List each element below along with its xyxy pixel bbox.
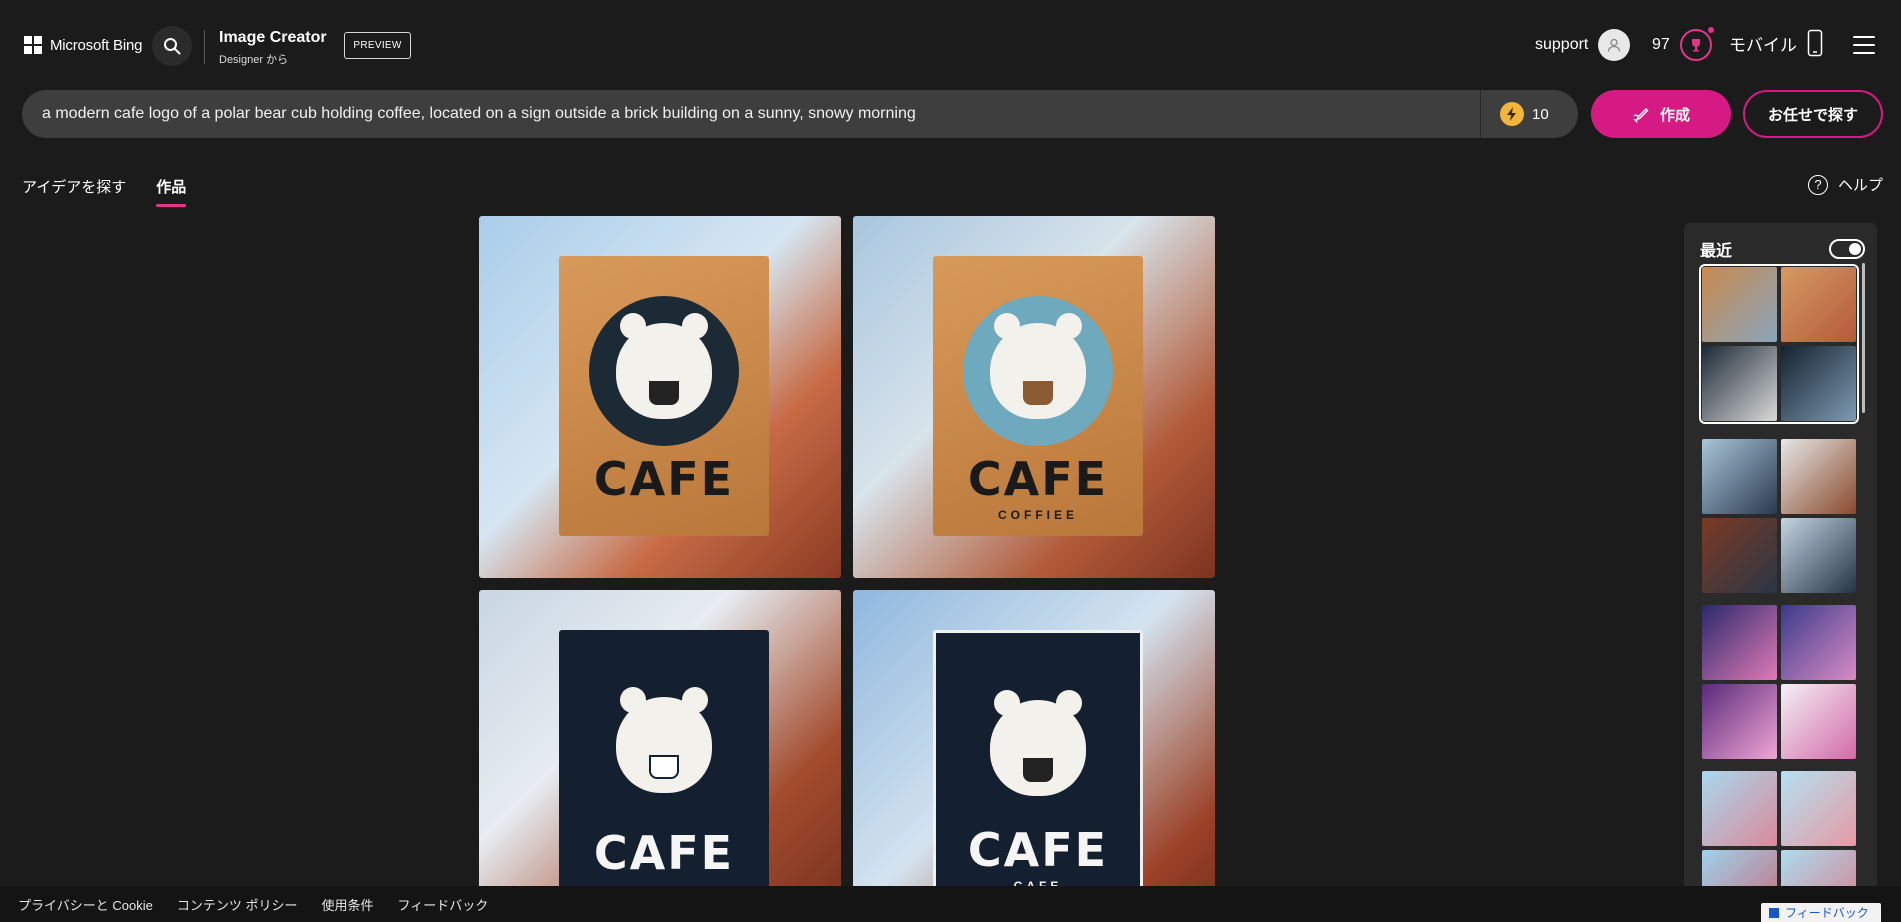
boost-count: 10 — [1532, 105, 1549, 123]
feedback-icon — [1769, 907, 1779, 918]
recent-item-fairy[interactable] — [1702, 605, 1856, 759]
tab-creations[interactable]: 作品 — [156, 176, 187, 207]
top-header: Microsoft Bing Image Creator Designer から… — [0, 0, 1901, 90]
create-button[interactable]: 作成 — [1591, 90, 1731, 138]
mobile-label: モバイル — [1729, 35, 1797, 55]
surprise-me-button[interactable]: お任せで探す — [1743, 90, 1883, 138]
user-account[interactable]: support — [1535, 29, 1631, 61]
recent-toggle[interactable] — [1829, 239, 1865, 259]
recent-title: 最近 — [1700, 243, 1733, 260]
lightning-icon — [1500, 102, 1524, 126]
sign-text: CAFE — [593, 452, 735, 506]
boost-counter[interactable]: 10 — [1500, 102, 1549, 126]
recent-panel: 最近 — [1684, 223, 1877, 922]
trophy-icon — [1679, 27, 1714, 61]
product-subtitle: Designer から — [219, 54, 289, 66]
cafe-sign: CAFE — [559, 256, 769, 536]
brush-icon — [1633, 108, 1649, 123]
recent-scrollbar[interactable] — [1862, 263, 1865, 413]
sign-subtext: COFFIEE — [997, 508, 1078, 522]
footer-link-feedback[interactable]: フィードバック — [397, 895, 488, 914]
result-image-3[interactable]: CAFE — [479, 590, 841, 922]
product-title-block[interactable]: Image Creator Designer から — [219, 29, 327, 67]
footer: プライバシーと Cookie コンテンツ ポリシー 使用条件 フィードバック — [0, 886, 1901, 922]
footer-link-terms[interactable]: 使用条件 — [321, 895, 373, 914]
main-tabs: アイデアを探す 作品 — [22, 176, 187, 207]
cafe-sign: CAFE CAFE — [933, 630, 1143, 910]
sign-text: CAFE — [967, 452, 1109, 506]
sign-text: CAFE — [967, 823, 1109, 877]
notification-dot — [1707, 27, 1714, 33]
preview-badge: PREVIEW — [344, 32, 411, 59]
feedback-label: フィードバック — [1785, 906, 1869, 920]
menu-icon[interactable] — [1853, 36, 1875, 54]
mobile-link[interactable]: モバイル — [1729, 29, 1823, 57]
polar-bear-logo — [963, 296, 1113, 446]
tab-explore[interactable]: アイデアを探す — [22, 176, 126, 207]
create-label: 作成 — [1659, 106, 1690, 124]
recent-item-cafe-bear[interactable] — [1699, 264, 1859, 424]
phone-icon — [1807, 29, 1823, 57]
footer-link-content-policy[interactable]: コンテンツ ポリシー — [177, 895, 298, 914]
prompt-bar: a modern cafe logo of a polar bear cub h… — [22, 90, 1578, 138]
help-icon: ? — [1808, 174, 1828, 195]
help-label: ヘルプ — [1838, 177, 1884, 194]
polar-bear-logo — [589, 296, 739, 446]
feedback-button[interactable]: フィードバック — [1761, 903, 1881, 922]
search-button[interactable] — [152, 26, 192, 66]
sign-text: CAFE — [593, 826, 735, 880]
prompt-input[interactable]: a modern cafe logo of a polar bear cub h… — [42, 90, 1442, 138]
avatar — [1598, 29, 1631, 61]
rewards-points[interactable]: 97 — [1652, 27, 1714, 61]
result-image-2[interactable]: CAFE COFFIEE — [853, 216, 1215, 578]
result-image-1[interactable]: CAFE — [479, 216, 841, 578]
cafe-sign: CAFE — [559, 630, 769, 910]
polar-bear-logo — [589, 670, 739, 820]
help-link[interactable]: ? ヘルプ — [1808, 174, 1883, 195]
result-image-4[interactable]: CAFE CAFE — [853, 590, 1215, 922]
bing-logo[interactable]: Microsoft Bing — [24, 36, 142, 54]
user-icon — [1608, 38, 1621, 52]
product-title: Image Creator — [219, 29, 327, 46]
brand-name: Microsoft Bing — [50, 36, 143, 54]
cafe-sign: CAFE COFFIEE — [933, 256, 1143, 536]
recent-item-cafe-rabbit[interactable] — [1702, 439, 1856, 593]
user-name: support — [1535, 36, 1589, 53]
footer-link-privacy[interactable]: プライバシーと Cookie — [18, 895, 153, 914]
points-count: 97 — [1652, 36, 1670, 53]
header-divider — [204, 30, 205, 64]
polar-bear-logo — [963, 673, 1113, 823]
windows-logo-icon — [24, 36, 42, 54]
search-icon — [164, 38, 181, 55]
prompt-divider — [1480, 90, 1481, 138]
